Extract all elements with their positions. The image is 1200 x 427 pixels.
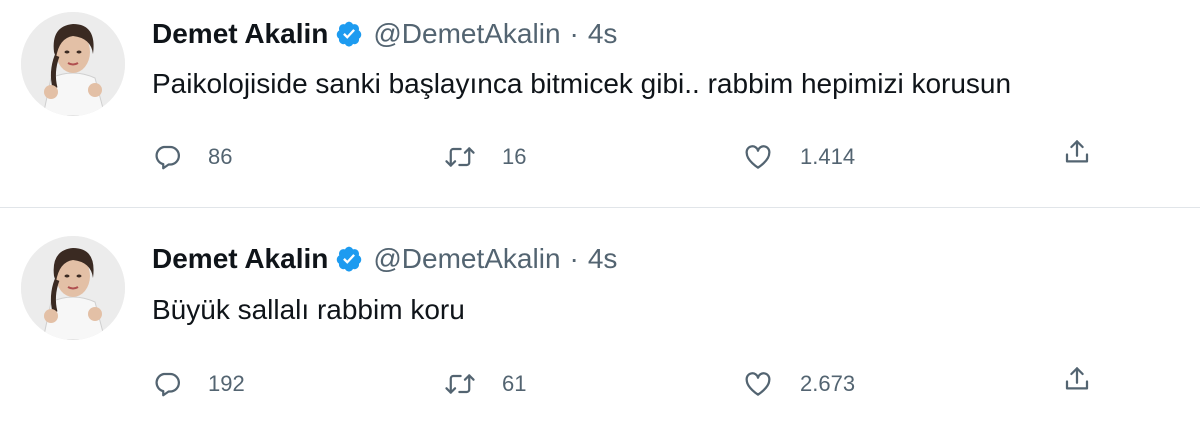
reply-count: 86 bbox=[208, 144, 233, 169]
tweet-actions: 86 16 1.414 bbox=[152, 137, 1112, 177]
tweet-actions: 192 61 2.673 bbox=[152, 364, 1112, 404]
author-handle[interactable]: @DemetAkalin bbox=[373, 16, 560, 52]
avatar[interactable] bbox=[21, 12, 125, 116]
heart-icon bbox=[742, 369, 774, 399]
like-button[interactable]: 1.414 bbox=[742, 137, 855, 177]
retweet-icon bbox=[444, 369, 476, 399]
like-count: 1.414 bbox=[800, 144, 856, 169]
avatar[interactable] bbox=[21, 236, 125, 340]
heart-icon bbox=[742, 142, 774, 172]
tweet[interactable]: Demet Akalin @DemetAkalin · 4s Büyük sal… bbox=[0, 207, 1200, 427]
verified-badge-icon bbox=[335, 20, 363, 48]
tweet-header: Demet Akalin @DemetAkalin · 4s bbox=[152, 241, 617, 277]
share-icon bbox=[1062, 137, 1092, 167]
timestamp[interactable]: 4s bbox=[588, 241, 618, 277]
retweet-button[interactable]: 16 bbox=[444, 137, 526, 177]
reply-icon bbox=[152, 142, 182, 172]
tweet-feed: Demet Akalin @DemetAkalin · 4s Paikoloji… bbox=[0, 0, 1200, 427]
share-button[interactable] bbox=[1062, 137, 1092, 167]
reply-icon bbox=[152, 369, 182, 399]
retweet-count: 16 bbox=[502, 144, 527, 169]
share-icon bbox=[1062, 364, 1092, 394]
retweet-button[interactable]: 61 bbox=[444, 364, 526, 404]
like-button[interactable]: 2.673 bbox=[742, 364, 855, 404]
timestamp[interactable]: 4s bbox=[588, 16, 618, 52]
reply-count: 192 bbox=[208, 371, 245, 396]
reply-button[interactable]: 192 bbox=[152, 364, 245, 404]
share-button[interactable] bbox=[1062, 364, 1092, 394]
like-count: 2.673 bbox=[800, 371, 856, 396]
separator-dot: · bbox=[569, 18, 579, 49]
tweet-text: Büyük sallalı rabbim koru bbox=[152, 294, 465, 325]
tweet-header: Demet Akalin @DemetAkalin · 4s bbox=[152, 16, 617, 52]
tweet[interactable]: Demet Akalin @DemetAkalin · 4s Paikoloji… bbox=[0, 0, 1200, 207]
reply-button[interactable]: 86 bbox=[152, 137, 232, 177]
author-handle[interactable]: @DemetAkalin bbox=[373, 241, 560, 277]
verified-badge-icon bbox=[335, 245, 363, 273]
author-name[interactable]: Demet Akalin bbox=[152, 241, 328, 277]
retweet-icon bbox=[444, 142, 476, 172]
author-name[interactable]: Demet Akalin bbox=[152, 16, 328, 52]
tweet-text: Paikolojiside sanki başlayınca bitmicek … bbox=[152, 68, 1012, 99]
separator-dot: · bbox=[569, 243, 579, 274]
retweet-count: 61 bbox=[502, 371, 527, 396]
